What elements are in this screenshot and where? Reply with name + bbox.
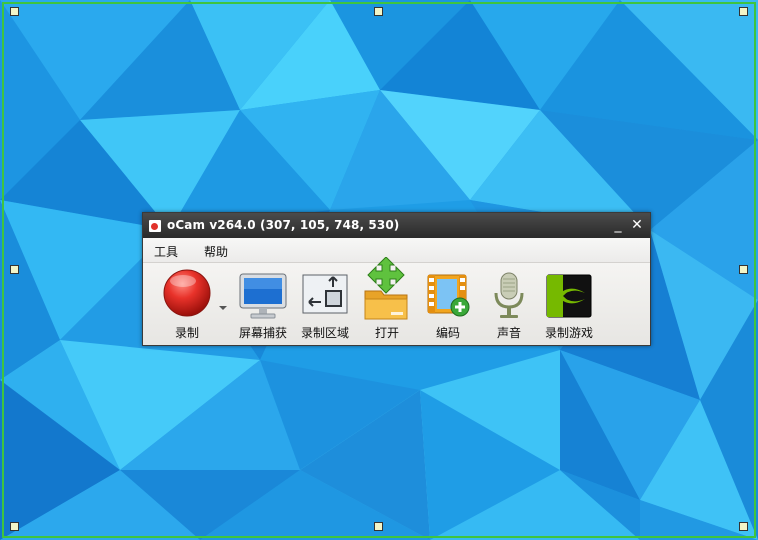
ocam-app-icon [149,220,161,232]
monitor-icon [233,265,293,323]
film-add-icon [418,265,478,323]
microphone-icon [479,265,539,323]
resize-handle-top-left[interactable] [10,7,19,16]
resize-handle-bottom-left[interactable] [10,522,19,531]
resize-handle-middle-left[interactable] [10,265,19,274]
menu-help[interactable]: 帮助 [204,243,228,260]
toolbar: 录制 屏幕捕获 录制区域 打开 编码 声音 录制游戏 [143,256,650,345]
record-label: 录制 [174,326,199,340]
minimize-button[interactable]: _ [609,216,627,234]
sound-label: 声音 [496,326,521,340]
menu-tools[interactable]: 工具 [154,243,178,260]
resize-handle-bottom-right[interactable] [739,522,748,531]
record-button[interactable]: 录制 [157,265,217,341]
screen-capture-button[interactable]: 屏幕捕获 [233,265,293,341]
resize-handle-middle-right[interactable] [739,265,748,274]
screen-capture-label: 屏幕捕获 [238,326,287,340]
record-region-label: 录制区域 [300,326,349,340]
sound-button[interactable]: 声音 [479,265,539,341]
resize-region-icon [295,265,355,323]
ocam-window: oCam v264.0 (307, 105, 748, 530) _ ✕ 工具 … [142,212,651,346]
record-icon [157,265,217,323]
open-button[interactable]: 打开 [357,256,417,341]
game-record-button[interactable]: 录制游戏 [539,265,599,341]
title-bar[interactable]: oCam v264.0 (307, 105, 748, 530) _ ✕ [143,213,650,238]
folder-open-icon [357,256,417,323]
close-button[interactable]: ✕ [628,216,646,234]
encode-button[interactable]: 编码 [418,265,478,341]
resize-handle-top-right[interactable] [739,7,748,16]
window-title: oCam v264.0 (307, 105, 748, 530) [167,218,400,232]
game-nvidia-icon [539,265,599,323]
encode-label: 编码 [435,326,460,340]
record-dropdown-arrow[interactable] [219,306,227,310]
open-label: 打开 [374,326,399,340]
game-record-label: 录制游戏 [544,326,593,340]
record-region-button[interactable]: 录制区域 [295,265,355,341]
resize-handle-top-center[interactable] [374,7,383,16]
resize-handle-bottom-center[interactable] [374,522,383,531]
